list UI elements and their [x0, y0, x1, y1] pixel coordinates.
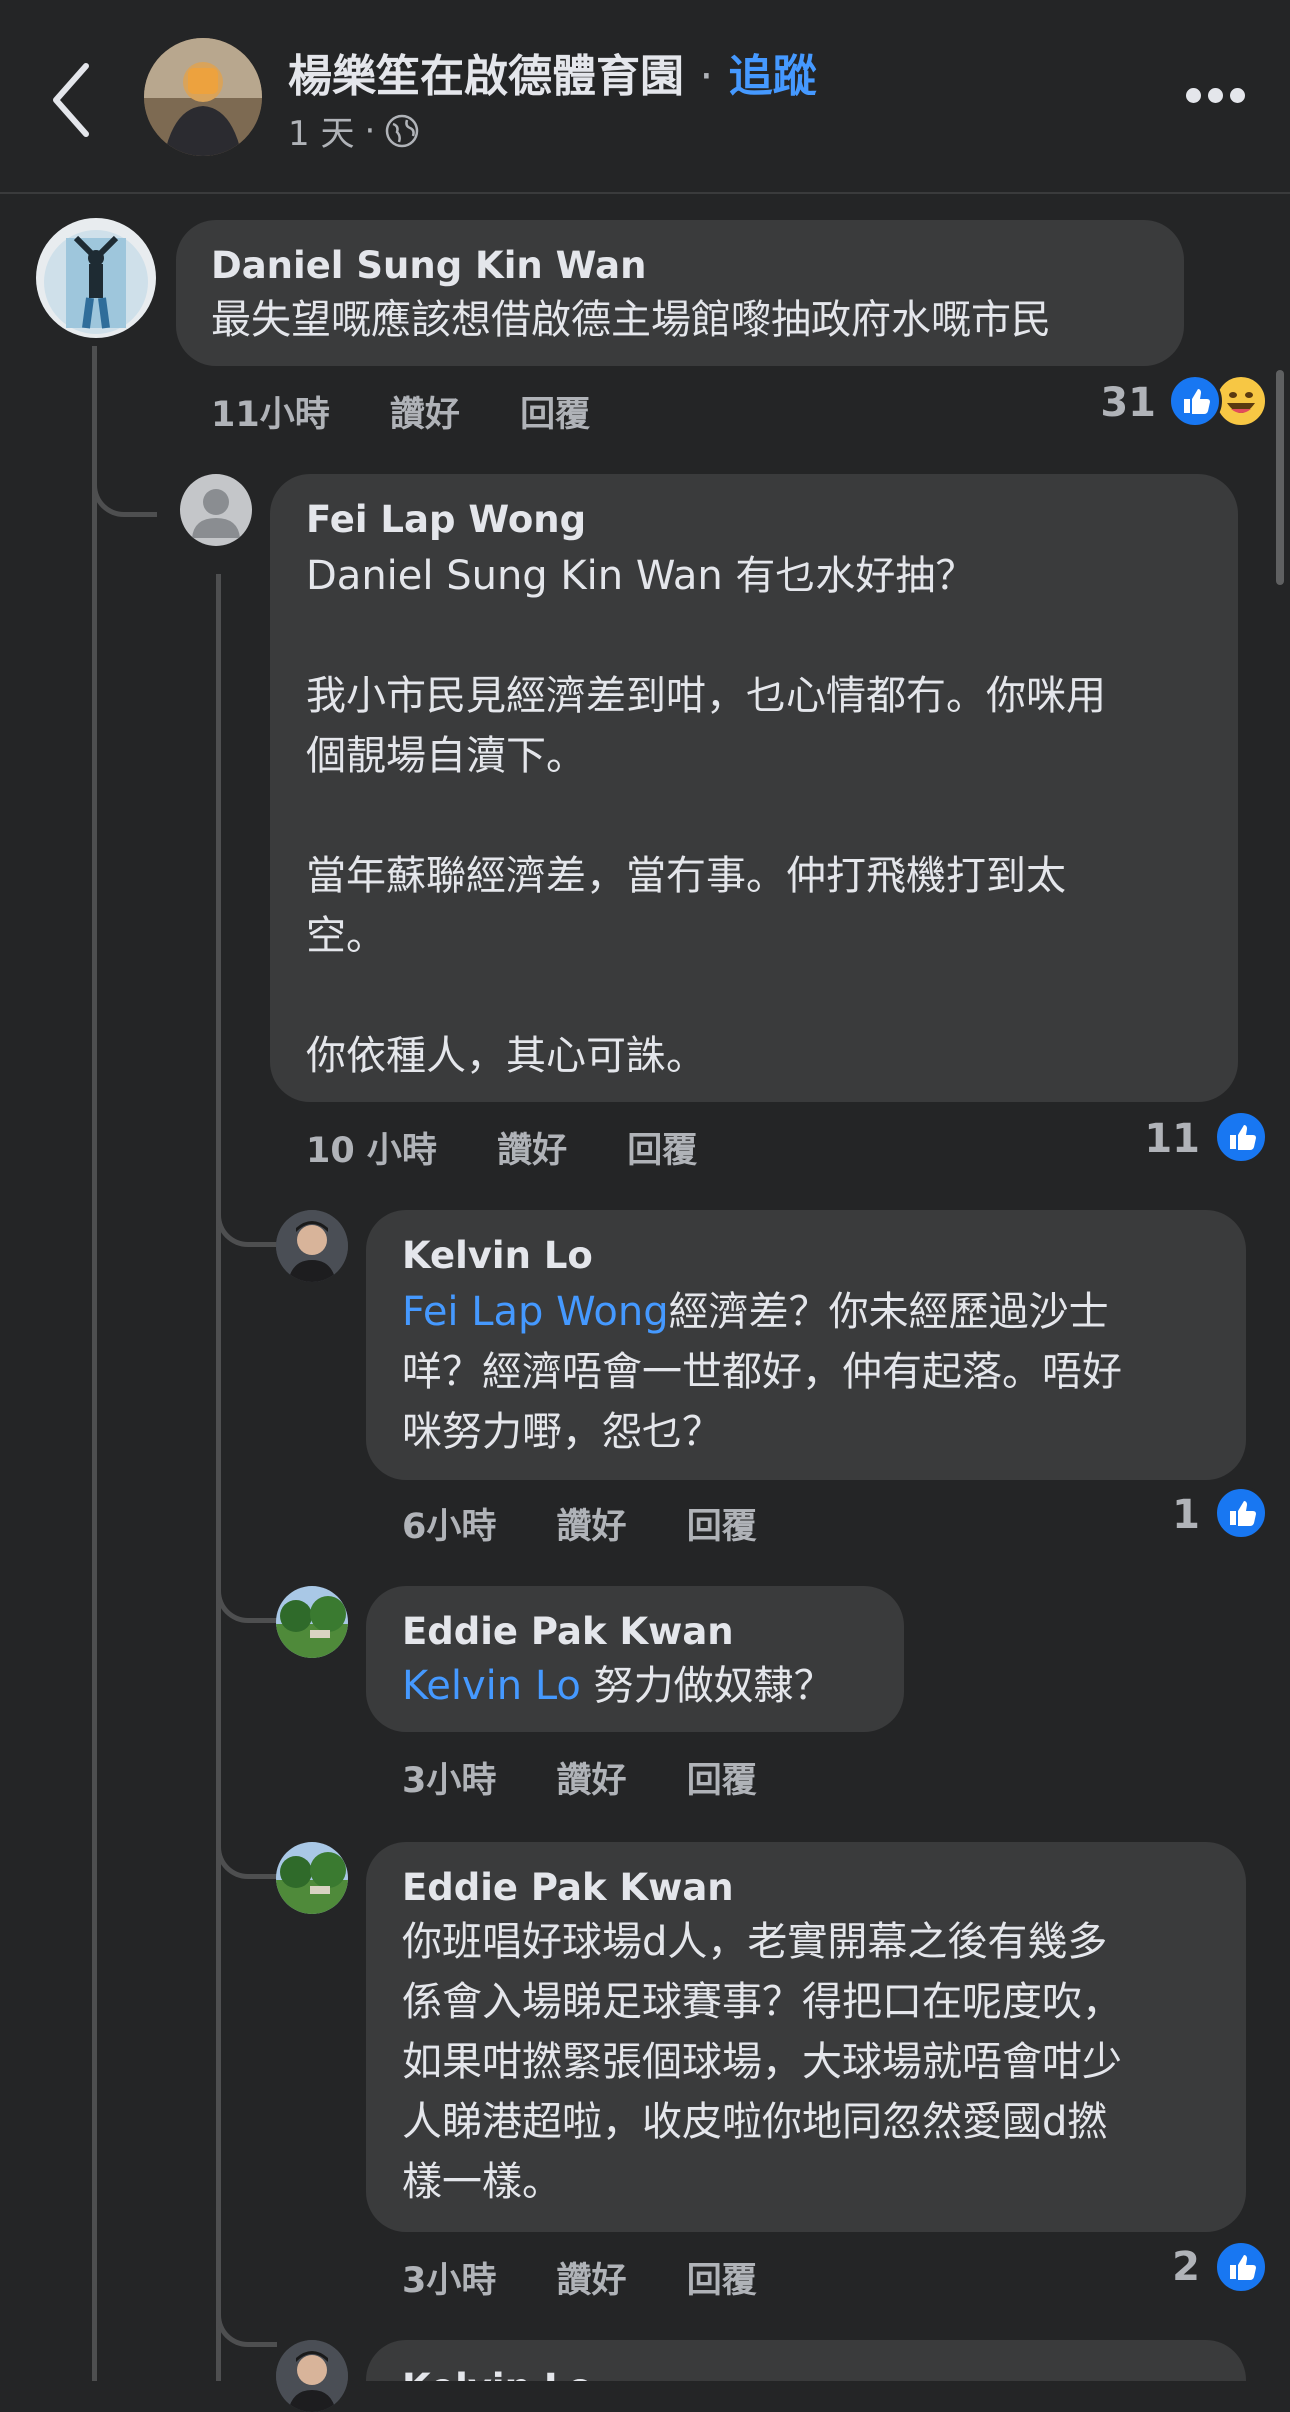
comment-line: 樣一樣。 — [402, 2159, 562, 2205]
follow-button[interactable]: 追蹤 — [729, 51, 817, 102]
comment-time: 6小時 — [402, 1507, 497, 1547]
thread-connector-4 — [216, 1832, 277, 1879]
avatar[interactable] — [276, 1842, 348, 1914]
post-meta: 1 天 · — [288, 106, 419, 155]
commenter-name[interactable]: Eddie Pak Kwan — [402, 1866, 734, 1909]
thread-connector-2 — [216, 1200, 277, 1247]
avatar[interactable] — [276, 1210, 348, 1282]
comment-line: 經濟差？你未經歷過沙士 — [668, 1289, 1109, 1335]
like-button[interactable]: 讚好 — [557, 2261, 627, 2301]
like-reaction-icon — [1214, 2240, 1268, 2294]
comment-actions: 3小時 讚好 回覆 — [402, 1752, 805, 1803]
avatar[interactable] — [276, 2340, 348, 2412]
thread-line-nested — [216, 574, 221, 2381]
comment-time: 10 小時 — [306, 1131, 437, 1171]
comment-line: 我小市民見經濟差到咁，乜心情都冇。你咪用 — [306, 673, 1106, 719]
like-button[interactable]: 讚好 — [390, 395, 460, 435]
title-separator: · — [699, 51, 714, 102]
reaction-count[interactable]: 11 — [1140, 1116, 1200, 1162]
avatar[interactable] — [36, 218, 156, 338]
commenter-name[interactable]: Kelvin Lo — [402, 2366, 593, 2381]
reply-button[interactable]: 回覆 — [520, 395, 590, 435]
comment-line: 人睇港超啦，收皮啦你地同忽然愛國d撚 — [402, 2099, 1108, 2145]
comment-text: 你班唱好球場d人，老實開幕之後有幾多 係會入場睇足球賽事？得把口在呢度吹， 如果… — [402, 1912, 1122, 2212]
commenter-name[interactable]: Fei Lap Wong — [306, 498, 586, 541]
thread-line-main — [92, 346, 97, 2381]
scrollbar[interactable] — [1276, 370, 1284, 585]
thread-connector-1 — [92, 470, 157, 517]
comment-line: 係會入場睇足球賽事？得把口在呢度吹， — [402, 1979, 1122, 2025]
comment-text: Daniel Sung Kin Wan 有乜水好抽？ 我小市民見經濟差到咁，乜心… — [306, 546, 1216, 1086]
meta-separator: · — [364, 110, 376, 151]
reaction-count[interactable]: 2 — [1150, 2244, 1200, 2290]
reaction-count[interactable]: 1 — [1150, 1492, 1200, 1538]
comment-line: Daniel Sung Kin Wan 有乜水好抽？ — [306, 553, 976, 599]
comment-actions: 10 小時 讚好 回覆 — [306, 1122, 745, 1173]
like-button[interactable]: 讚好 — [557, 1507, 627, 1547]
comment-line: 你依種人，其心可誅。 — [306, 1033, 706, 1079]
commenter-name[interactable]: Kelvin Lo — [402, 1234, 593, 1277]
haha-reaction-icon — [1214, 374, 1268, 428]
comment-text: Kelvin Lo 努力做奴隸？ — [402, 1656, 834, 1716]
comment-line: 空。 — [306, 913, 386, 959]
like-button[interactable]: 讚好 — [557, 1761, 627, 1801]
mention-link[interactable]: Fei Lap Wong — [402, 1289, 669, 1335]
comment-clip: Kelvin Lo — [366, 2340, 1246, 2381]
back-icon[interactable] — [46, 60, 98, 140]
comment-time: 11小時 — [211, 395, 330, 435]
comment-actions: 6小時 讚好 回覆 — [402, 1498, 805, 1549]
globe-icon — [386, 114, 419, 147]
comment-text: 最失望嘅應該想借啟德主場館嚟抽政府水嘅市民 — [211, 297, 1051, 343]
comment-actions: 11小時 讚好 回覆 — [211, 386, 638, 437]
reply-button[interactable]: 回覆 — [687, 1761, 757, 1801]
commenter-name[interactable]: Eddie Pak Kwan — [402, 1610, 734, 1653]
mention-link[interactable]: Kelvin Lo — [402, 1663, 581, 1709]
comment-line: 個靚場自瀆下。 — [306, 733, 586, 779]
comment-text: Fei Lap Wong經濟差？你未經歷過沙士 咩？經濟唔會一世都好，仲有起落。… — [402, 1282, 1122, 1462]
comment-line: 咩？經濟唔會一世都好，仲有起落。唔好 — [402, 1349, 1122, 1395]
comment-line: 當年蘇聯經濟差，當冇事。仲打飛機打到太 — [306, 853, 1066, 899]
more-horizontal-icon[interactable] — [1186, 88, 1246, 104]
author-location-text[interactable]: 楊樂笙在啟德體育園 — [288, 51, 684, 102]
reply-button[interactable]: 回覆 — [687, 2261, 757, 2301]
reply-button[interactable]: 回覆 — [627, 1131, 697, 1171]
comment-line: 你班唱好球場d人，老實開幕之後有幾多 — [402, 1919, 1108, 1965]
reply-button[interactable]: 回覆 — [687, 1507, 757, 1547]
comment-line: 如果咁撚緊張個球場，大球場就唔會咁少 — [402, 2039, 1122, 2085]
comment-time: 3小時 — [402, 2261, 497, 2301]
author-avatar[interactable] — [144, 38, 262, 156]
comment-time: 3小時 — [402, 1761, 497, 1801]
like-reaction-icon — [1214, 1110, 1268, 1164]
avatar[interactable] — [276, 1586, 348, 1658]
commenter-name[interactable]: Daniel Sung Kin Wan — [211, 244, 646, 287]
like-button[interactable]: 讚好 — [497, 1131, 567, 1171]
post-title: 楊樂笙在啟德體育園 · 追蹤 — [288, 40, 817, 104]
comment-line: 努力做奴隸？ — [580, 1663, 834, 1709]
reaction-count[interactable]: 31 — [1090, 380, 1156, 426]
like-reaction-icon — [1214, 1486, 1268, 1540]
comment-line: 咪努力嘢，怨乜？ — [402, 1409, 722, 1455]
thread-connector-5 — [216, 2300, 277, 2347]
thread-connector-3 — [216, 1576, 277, 1623]
comment-actions: 3小時 讚好 回覆 — [402, 2252, 805, 2303]
like-reaction-icon — [1168, 374, 1222, 428]
post-time: 1 天 — [288, 114, 355, 154]
avatar[interactable] — [180, 474, 252, 546]
